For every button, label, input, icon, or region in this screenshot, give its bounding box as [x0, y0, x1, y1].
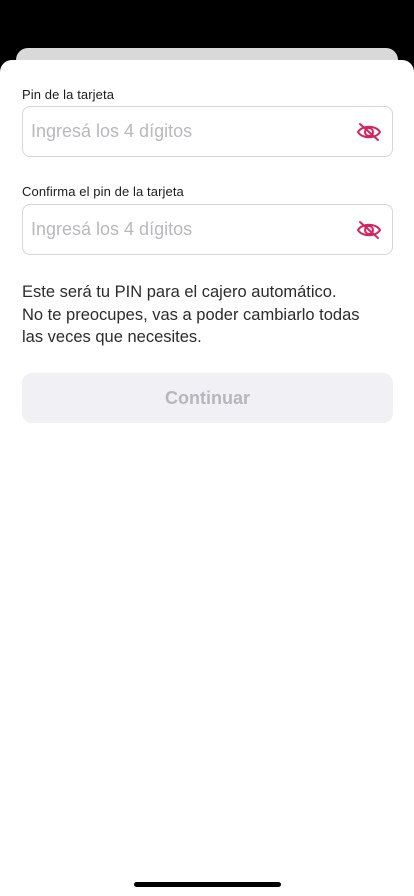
pin-input[interactable]: [31, 107, 351, 156]
pin-field-container: [22, 106, 393, 157]
info-line-2: No te preocupes, vas a poder cambiarlo t…: [22, 305, 360, 324]
home-indicator: [134, 882, 281, 887]
info-line-1: Este será tu PIN para el cajero automáti…: [22, 283, 337, 301]
confirm-pin-label: Confirma el pin de la tarjeta: [22, 184, 184, 199]
screen: Pin de la tarjeta Confirma el pin de la …: [0, 0, 414, 896]
pin-info-text: Este será tu PIN para el cajero automáti…: [22, 281, 392, 349]
confirm-pin-input[interactable]: [31, 205, 351, 254]
confirm-pin-field-container: [22, 204, 393, 255]
info-line-3: las veces que necesites.: [22, 328, 202, 346]
pin-form-sheet: Pin de la tarjeta Confirma el pin de la …: [0, 60, 414, 896]
eye-slash-icon[interactable]: [356, 219, 382, 241]
eye-slash-icon[interactable]: [356, 121, 382, 143]
pin-label: Pin de la tarjeta: [22, 87, 115, 102]
continue-button[interactable]: Continuar: [22, 373, 393, 423]
